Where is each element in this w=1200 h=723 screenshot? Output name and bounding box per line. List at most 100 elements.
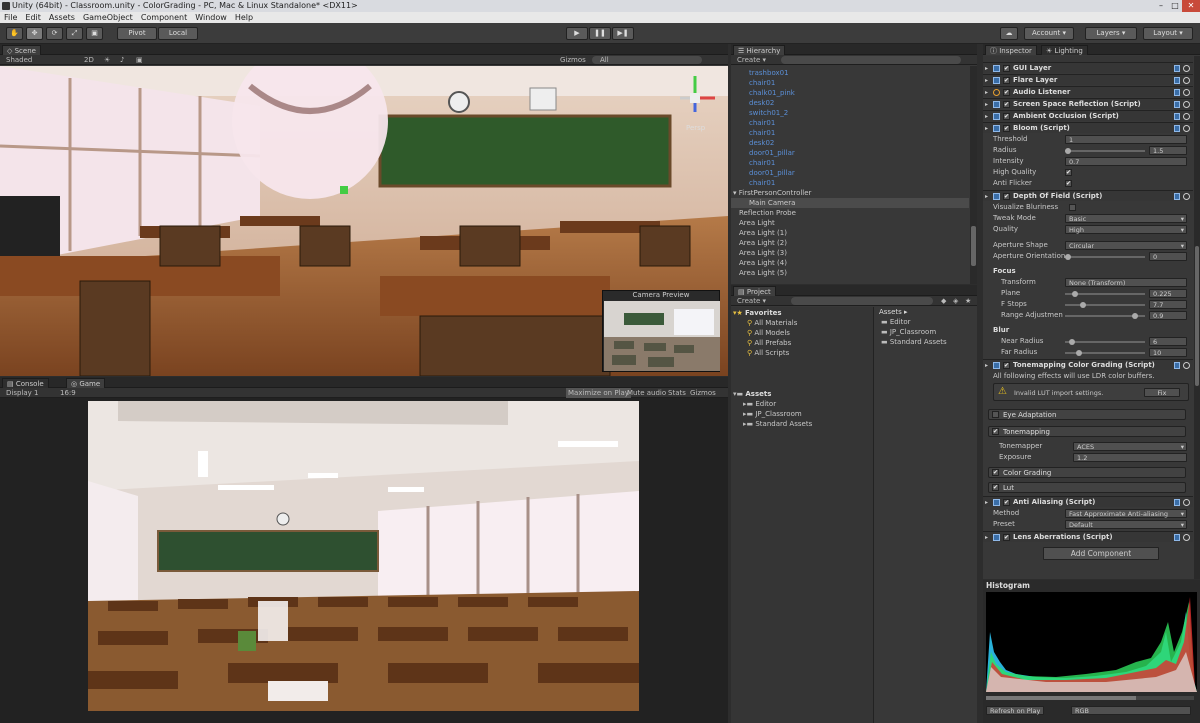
favorite-star-icon[interactable]: ★ bbox=[965, 296, 971, 306]
hierarchy-item[interactable]: Area Light (2) bbox=[731, 238, 969, 248]
hierarchy-item[interactable]: Reflection Probe bbox=[731, 208, 969, 218]
aa-preset-dropdown[interactable]: Default ▾ bbox=[1065, 520, 1187, 529]
bloom-high-quality-checkbox[interactable]: ✔ bbox=[1065, 169, 1072, 176]
scene-gizmos-dropdown[interactable]: Gizmos bbox=[560, 55, 586, 65]
layers-dropdown[interactable]: Layers ▾ bbox=[1085, 27, 1137, 40]
hierarchy-item[interactable]: chair01 bbox=[731, 78, 969, 88]
menu-item-2[interactable]: Assets bbox=[49, 12, 75, 23]
dof-near-radius-slider[interactable] bbox=[1065, 341, 1145, 343]
color-grading-section-checkbox[interactable]: ✔ bbox=[992, 469, 999, 476]
component-header[interactable]: ▸ ✔ Audio Listener bbox=[983, 86, 1193, 97]
lut-section[interactable]: ✔ Lut bbox=[988, 482, 1186, 493]
menu-item-4[interactable]: Component bbox=[141, 12, 187, 23]
project-tree-item[interactable]: ⚲ All Scripts bbox=[731, 348, 873, 358]
scene-lighting-icon[interactable]: ☀ bbox=[104, 55, 110, 65]
project-search-input[interactable] bbox=[791, 297, 933, 305]
expand-arrow-icon[interactable]: ▸ bbox=[985, 532, 988, 543]
dof-plane-value[interactable]: 0.225 bbox=[1149, 289, 1187, 298]
expand-arrow-icon[interactable]: ▸ bbox=[985, 75, 988, 86]
component-enabled-checkbox[interactable]: ✔ bbox=[1003, 362, 1010, 369]
dof-fstops-slider[interactable] bbox=[1065, 304, 1145, 306]
pause-button[interactable]: ❚❚ bbox=[589, 27, 611, 40]
component-enabled-checkbox[interactable]: ✔ bbox=[1003, 193, 1010, 200]
help-icon[interactable] bbox=[1174, 77, 1180, 84]
layout-dropdown[interactable]: Layout ▾ bbox=[1143, 27, 1193, 40]
menu-item-3[interactable]: GameObject bbox=[83, 12, 133, 23]
component-enabled-checkbox[interactable]: ✔ bbox=[1003, 534, 1010, 541]
project-breadcrumb[interactable]: Assets ▸ bbox=[879, 308, 908, 316]
help-icon[interactable] bbox=[1174, 534, 1180, 541]
expand-arrow-icon[interactable]: ▸ bbox=[985, 191, 988, 202]
hierarchy-item[interactable]: desk02 bbox=[731, 98, 969, 108]
bloom-intensity-field[interactable]: 0.7 bbox=[1065, 157, 1187, 166]
maximize-icon[interactable]: □ bbox=[1168, 0, 1182, 12]
expand-arrow-icon[interactable]: ▸ bbox=[985, 87, 988, 98]
dof-quality-dropdown[interactable]: High ▾ bbox=[1065, 225, 1187, 234]
dof-tweak-mode-dropdown[interactable]: Basic ▾ bbox=[1065, 214, 1187, 223]
dof-range-slider-knob[interactable] bbox=[1131, 313, 1138, 319]
stats-toggle[interactable]: Stats bbox=[668, 388, 686, 398]
hierarchy-item[interactable]: chair01 bbox=[731, 178, 969, 188]
menu-item-0[interactable]: File bbox=[4, 12, 17, 23]
dof-aperture-orientation-slider-knob[interactable] bbox=[1065, 254, 1071, 260]
scene-audio-icon[interactable]: ♪ bbox=[120, 55, 124, 65]
tonemapping-header[interactable]: ▸ ✔ Tonemapping Color Grading (Script) bbox=[983, 359, 1193, 370]
add-component-button[interactable]: Add Component bbox=[1043, 547, 1159, 560]
expand-arrow-icon[interactable]: ▸ bbox=[985, 99, 988, 110]
gear-icon[interactable] bbox=[1183, 499, 1190, 506]
exposure-field[interactable]: 1.2 bbox=[1073, 453, 1187, 462]
dof-fstops-value[interactable]: 7.7 bbox=[1149, 300, 1187, 309]
project-tree-item[interactable]: ▾★ Favorites bbox=[731, 308, 873, 318]
shading-mode-dropdown[interactable]: Shaded bbox=[6, 55, 32, 65]
gear-icon[interactable] bbox=[1183, 77, 1190, 84]
hierarchy-item[interactable]: Area Light (4) bbox=[731, 258, 969, 268]
account-dropdown[interactable]: Account ▾ bbox=[1024, 27, 1074, 40]
component-enabled-checkbox[interactable]: ✔ bbox=[1003, 77, 1010, 84]
component-enabled-checkbox[interactable]: ✔ bbox=[1003, 499, 1010, 506]
display-dropdown[interactable]: Display 1 bbox=[6, 388, 38, 398]
project-tree-item[interactable]: ⚲ All Prefabs bbox=[731, 338, 873, 348]
help-icon[interactable] bbox=[1174, 101, 1180, 108]
cloud-icon[interactable]: ☁ bbox=[1000, 27, 1018, 40]
component-header[interactable]: ▸ ✔ Ambient Occlusion (Script) bbox=[983, 110, 1193, 121]
histogram-hscroll-thumb[interactable] bbox=[986, 696, 1136, 700]
refresh-on-play-dropdown[interactable]: Refresh on Play bbox=[986, 706, 1044, 715]
hierarchy-scroll-thumb[interactable] bbox=[971, 226, 976, 266]
component-enabled-checkbox[interactable]: ✔ bbox=[1003, 89, 1010, 96]
tab-scene[interactable]: ◇ Scene bbox=[2, 45, 41, 55]
dof-near-radius-value[interactable]: 6 bbox=[1149, 337, 1187, 346]
eye-adaptation-section-checkbox[interactable] bbox=[992, 411, 999, 418]
hierarchy-item[interactable]: ▾ FirstPersonController bbox=[731, 188, 969, 198]
dof-header[interactable]: ▸ ✔ Depth Of Field (Script) bbox=[983, 190, 1193, 201]
move-tool-icon[interactable]: ✥ bbox=[26, 27, 43, 40]
project-tree-item[interactable]: ▬ Editor bbox=[875, 317, 977, 327]
inspector-scroll-thumb[interactable] bbox=[1195, 246, 1199, 386]
hierarchy-item[interactable]: trashbox01 bbox=[731, 68, 969, 78]
hierarchy-create-dropdown[interactable]: Create ▾ bbox=[737, 55, 766, 65]
dof-aperture-orientation-value[interactable]: 0 bbox=[1149, 252, 1187, 261]
dof-far-radius-value[interactable]: 10 bbox=[1149, 348, 1187, 357]
bloom-radius-slider-knob[interactable] bbox=[1065, 148, 1071, 154]
step-button[interactable]: ▶❚ bbox=[612, 27, 634, 40]
hierarchy-item[interactable]: Area Light bbox=[731, 218, 969, 228]
bloom-threshold-field[interactable]: 1 bbox=[1065, 135, 1187, 144]
bloom-radius-slider[interactable] bbox=[1065, 150, 1145, 152]
help-icon[interactable] bbox=[1174, 89, 1180, 96]
eye-adaptation-section[interactable]: Eye Adaptation bbox=[988, 409, 1186, 420]
gear-icon[interactable] bbox=[1183, 113, 1190, 120]
help-icon[interactable] bbox=[1174, 362, 1180, 369]
component-enabled-checkbox[interactable]: ✔ bbox=[1003, 101, 1010, 108]
hierarchy-item[interactable]: Area Light (5) bbox=[731, 268, 969, 278]
hierarchy-item[interactable]: chair01 bbox=[731, 118, 969, 128]
gear-icon[interactable] bbox=[1183, 193, 1190, 200]
tab-game[interactable]: ◎ Game bbox=[66, 378, 106, 388]
local-toggle[interactable]: Local bbox=[158, 27, 198, 40]
lens-aberrations-header[interactable]: ▸ ✔ Lens Aberrations (Script) bbox=[983, 531, 1193, 542]
gear-icon[interactable] bbox=[1183, 89, 1190, 96]
gear-icon[interactable] bbox=[1183, 65, 1190, 72]
hierarchy-item[interactable]: door01_pillar bbox=[731, 168, 969, 178]
hierarchy-item[interactable]: Area Light (3) bbox=[731, 248, 969, 258]
tonemapping-section-checkbox[interactable]: ✔ bbox=[992, 428, 999, 435]
lut-section-checkbox[interactable]: ✔ bbox=[992, 484, 999, 491]
tonemapper-dropdown[interactable]: ACES ▾ bbox=[1073, 442, 1187, 451]
